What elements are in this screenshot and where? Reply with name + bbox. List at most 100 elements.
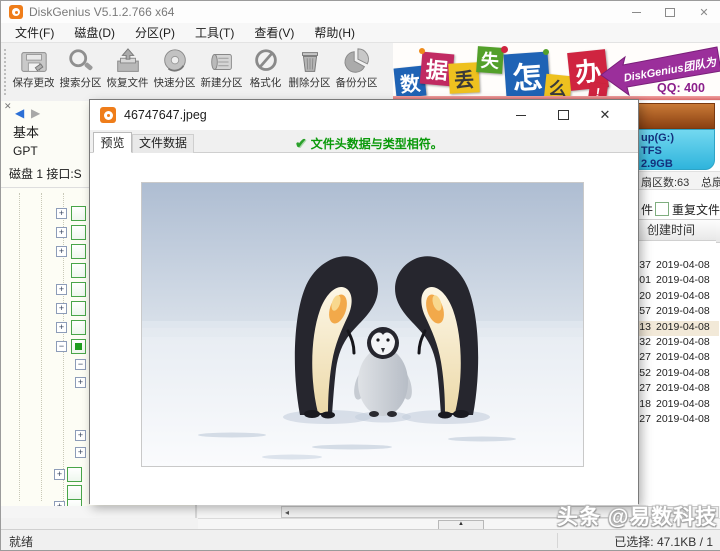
menu-item-4[interactable]: 查看(V) (244, 23, 304, 43)
duplicate-files-checkbox[interactable] (655, 202, 669, 216)
dialog-minimize-button[interactable] (500, 100, 542, 130)
table-row[interactable]: :132019-04-08 (631, 321, 719, 336)
row-create-date: 2019-04-08 (656, 367, 710, 382)
tab-file-data[interactable]: 文件数据 (132, 134, 194, 153)
tree-expander-icon[interactable]: + (56, 208, 67, 219)
toolbar-button-backup-partition[interactable]: 备份分区 (333, 44, 380, 100)
dialog-close-button[interactable]: ✕ (584, 100, 626, 130)
delete-partition-icon (286, 47, 333, 77)
row-create-date: 2019-04-08 (656, 398, 710, 413)
sidebar-item-2[interactable]: 磁盘 1 接口:S (9, 165, 82, 182)
row-create-date: 2019-04-08 (656, 321, 710, 336)
tree-checkbox[interactable] (71, 320, 86, 335)
banner-dot-icon (419, 48, 425, 54)
table-row[interactable]: :272019-04-08 (631, 351, 719, 366)
selection-info: 已选择: 47.1KB / 1 (614, 533, 713, 550)
toolbar-button-recover-file[interactable]: 恢复文件 (104, 44, 151, 100)
dialog-maximize-button[interactable] (542, 100, 584, 130)
tab-preview[interactable]: 预览 (93, 132, 132, 153)
table-row[interactable]: :522019-04-08 (631, 367, 719, 382)
row-create-date: 2019-04-08 (656, 413, 710, 428)
toolbar-button-new-partition[interactable]: 新建分区 (198, 44, 245, 100)
table-row[interactable]: :572019-04-08 (631, 305, 719, 320)
toolbar-button-quick-partition[interactable]: 快速分区 (151, 44, 198, 100)
tree-checkbox[interactable] (71, 244, 86, 259)
sidebar-item-1[interactable]: GPT (13, 144, 38, 158)
toolbar: 保存更改搜索分区恢复文件快速分区新建分区格式化删除分区备份分区 数据丢失怎么办!… (1, 43, 720, 102)
tree-expander-icon[interactable]: + (56, 322, 67, 333)
status-bar: 就绪 已选择: 47.1KB / 1 (1, 529, 720, 550)
header-fragment: 件 (641, 201, 653, 218)
menu-item-5[interactable]: 帮助(H) (304, 23, 365, 43)
tree-expander-icon[interactable]: + (56, 227, 67, 238)
window-maximize-button[interactable] (653, 1, 687, 23)
tree-guide-line (19, 193, 20, 501)
window-minimize-button[interactable] (619, 1, 653, 23)
table-row[interactable]: :182019-04-08 (631, 398, 719, 413)
tree-checkbox[interactable] (67, 499, 82, 506)
tree-expander-icon[interactable]: + (56, 246, 67, 257)
row-create-date: 2019-04-08 (656, 351, 710, 366)
menu-item-3[interactable]: 工具(T) (185, 23, 244, 43)
search-icon (57, 47, 104, 77)
dialog-status: ✔ 文件头数据与类型相符。 (295, 133, 443, 153)
toolbar-button-label: 保存更改 (10, 77, 57, 89)
toolbar-button-label: 备份分区 (333, 77, 380, 89)
row-create-date: 2019-04-08 (656, 259, 710, 274)
diskgenius-window: DiskGenius V5.1.2.766 x64 ✕ 文件(F)磁盘(D)分区… (0, 0, 720, 551)
tree-checkbox[interactable] (71, 206, 86, 221)
tree-checkbox[interactable] (71, 263, 86, 278)
forward-arrow-icon[interactable]: ▶ (31, 107, 40, 119)
partition-label-0: up(G:) (641, 132, 674, 145)
menu-item-2[interactable]: 分区(P) (125, 23, 185, 43)
banner-dot-icon (543, 49, 549, 55)
tree-expander-icon[interactable]: + (75, 377, 86, 388)
tree-checkbox[interactable] (71, 339, 86, 354)
total-sector-text: 总扇 (701, 174, 720, 190)
save-icon (10, 47, 57, 77)
toolbar-button-label: 格式化 (245, 77, 286, 89)
dialog-tab-bar: ✔ 文件头数据与类型相符。 预览文件数据 (90, 130, 638, 153)
banner-tile-3: 失 (476, 46, 504, 74)
tree-checkbox[interactable] (67, 467, 82, 482)
bottom-strip-left (1, 518, 198, 529)
table-row[interactable]: :202019-04-08 (631, 290, 719, 305)
tree-checkbox[interactable] (71, 301, 86, 316)
table-row[interactable]: :322019-04-08 (631, 336, 719, 351)
tree-checkbox[interactable] (71, 282, 86, 297)
row-create-date: 2019-04-08 (656, 274, 710, 289)
table-row[interactable]: :272019-04-08 (631, 413, 719, 428)
toolbar-button-save[interactable]: 保存更改 (10, 44, 57, 100)
window-titlebar: DiskGenius V5.1.2.766 x64 ✕ (1, 1, 720, 24)
toolbar-button-search[interactable]: 搜索分区 (57, 44, 104, 100)
table-row[interactable]: :272019-04-08 (631, 382, 719, 397)
tree-checkbox[interactable] (67, 485, 82, 500)
table-row[interactable]: :012019-04-08 (631, 274, 719, 289)
window-close-button[interactable]: ✕ (687, 1, 720, 23)
row-create-date: 2019-04-08 (656, 382, 710, 397)
toolbar-button-delete-partition[interactable]: 删除分区 (286, 44, 333, 100)
sector-count-text: 扇区数:63 (641, 174, 689, 190)
tree-expander-icon[interactable]: − (75, 359, 86, 370)
toolbar-button-label: 恢复文件 (104, 77, 151, 89)
tree-checkbox[interactable] (71, 225, 86, 240)
menu-item-1[interactable]: 磁盘(D) (64, 23, 125, 43)
tree-expander-icon[interactable]: + (75, 447, 86, 458)
toolbar-button-label: 新建分区 (198, 77, 245, 89)
dialog-title: 46747647.jpeg (124, 100, 207, 130)
toolbar-grip-icon (4, 49, 9, 95)
menu-item-0[interactable]: 文件(F) (5, 23, 64, 43)
tree-expander-icon[interactable]: + (54, 469, 65, 480)
back-arrow-icon[interactable]: ◀ (15, 107, 24, 119)
tree-expander-icon[interactable]: + (56, 303, 67, 314)
tree-expander-icon[interactable]: + (75, 430, 86, 441)
toolbar-button-format[interactable]: 格式化 (245, 44, 286, 100)
table-row[interactable]: :372019-04-08 (631, 259, 719, 274)
partition-label-1: TFS (641, 145, 662, 158)
scroll-left-icon[interactable]: ◂ (285, 507, 289, 517)
banner-dot-icon (501, 46, 508, 53)
panel-close-icon[interactable]: ✕ (4, 101, 12, 112)
tree-expander-icon[interactable]: + (56, 284, 67, 295)
tree-expander-icon[interactable]: − (56, 341, 67, 352)
sidebar-item-0[interactable]: 基本 (13, 122, 39, 141)
